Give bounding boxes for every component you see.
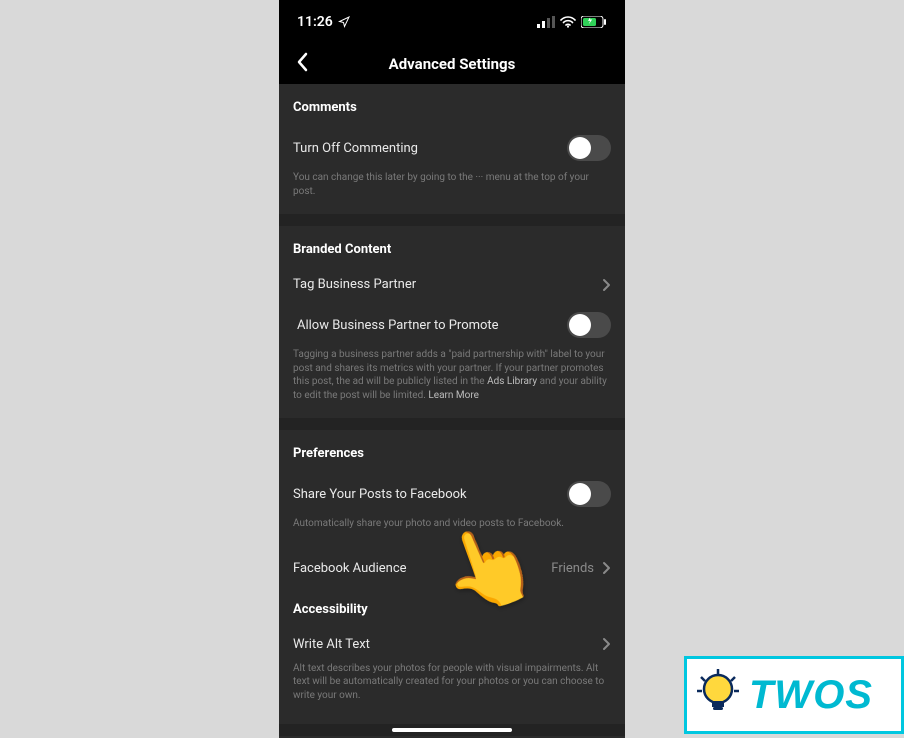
allow-partner-promote-label: Allow Business Partner to Promote [297, 318, 567, 333]
status-left: 11:26 [297, 14, 350, 30]
tag-business-partner-label: Tag Business Partner [293, 277, 602, 292]
wifi-icon [560, 16, 576, 28]
facebook-audience-label: Facebook Audience [293, 561, 551, 576]
allow-partner-promote-row[interactable]: Allow Business Partner to Promote [293, 302, 611, 348]
allow-partner-promote-toggle[interactable] [567, 312, 611, 338]
learn-more-link[interactable]: Learn More [428, 390, 479, 401]
back-button[interactable] [289, 46, 315, 82]
preferences-header: Preferences [293, 440, 611, 471]
branded-content-section: Branded Content Tag Business Partner All… [279, 226, 625, 418]
accessibility-header: Accessibility [293, 596, 611, 627]
twos-badge: TWOS [684, 656, 904, 734]
phone-frame: 11:26 Advanced Settings Comments [279, 0, 625, 738]
home-indicator[interactable] [392, 728, 512, 732]
turn-off-commenting-toggle[interactable] [567, 135, 611, 161]
comments-header: Comments [293, 94, 611, 125]
chevron-right-icon [602, 637, 611, 651]
settings-content: Comments Turn Off Commenting You can cha… [279, 84, 625, 736]
write-alt-text-label: Write Alt Text [293, 637, 602, 652]
facebook-audience-value: Friends [551, 561, 594, 576]
location-icon [338, 16, 350, 28]
tag-business-partner-row[interactable]: Tag Business Partner [293, 267, 611, 302]
page-title: Advanced Settings [279, 55, 625, 73]
ads-library-link[interactable]: Ads Library [487, 376, 537, 387]
section-divider [279, 214, 625, 226]
battery-icon [581, 16, 607, 28]
status-time: 11:26 [297, 14, 333, 30]
section-divider [279, 418, 625, 430]
comments-helper: You can change this later by going to th… [293, 171, 611, 208]
signal-icon [537, 16, 555, 28]
turn-off-commenting-label: Turn Off Commenting [293, 141, 567, 156]
turn-off-commenting-row[interactable]: Turn Off Commenting [293, 125, 611, 171]
preferences-section: Preferences Share Your Posts to Facebook… [279, 430, 625, 592]
share-to-facebook-label: Share Your Posts to Facebook [293, 487, 567, 502]
branded-content-header: Branded Content [293, 236, 611, 267]
share-helper: Automatically share your photo and video… [293, 517, 611, 541]
status-right [537, 16, 607, 28]
branded-helper: Tagging a business partner adds a "paid … [293, 348, 611, 412]
lightbulb-icon [697, 669, 739, 721]
alt-text-helper: Alt text describes your photos for peopl… [293, 662, 611, 713]
twos-text: TWOS [749, 673, 873, 718]
share-to-facebook-toggle[interactable] [567, 481, 611, 507]
accessibility-section: Accessibility Write Alt Text Alt text de… [279, 592, 625, 719]
write-alt-text-row[interactable]: Write Alt Text [293, 627, 611, 662]
share-to-facebook-row[interactable]: Share Your Posts to Facebook [293, 471, 611, 517]
chevron-right-icon [602, 561, 611, 575]
nav-bar: Advanced Settings [279, 44, 625, 84]
comments-section: Comments Turn Off Commenting You can cha… [279, 84, 625, 214]
facebook-audience-row[interactable]: Facebook Audience Friends [293, 551, 611, 586]
chevron-right-icon [602, 278, 611, 292]
status-bar: 11:26 [279, 0, 625, 44]
